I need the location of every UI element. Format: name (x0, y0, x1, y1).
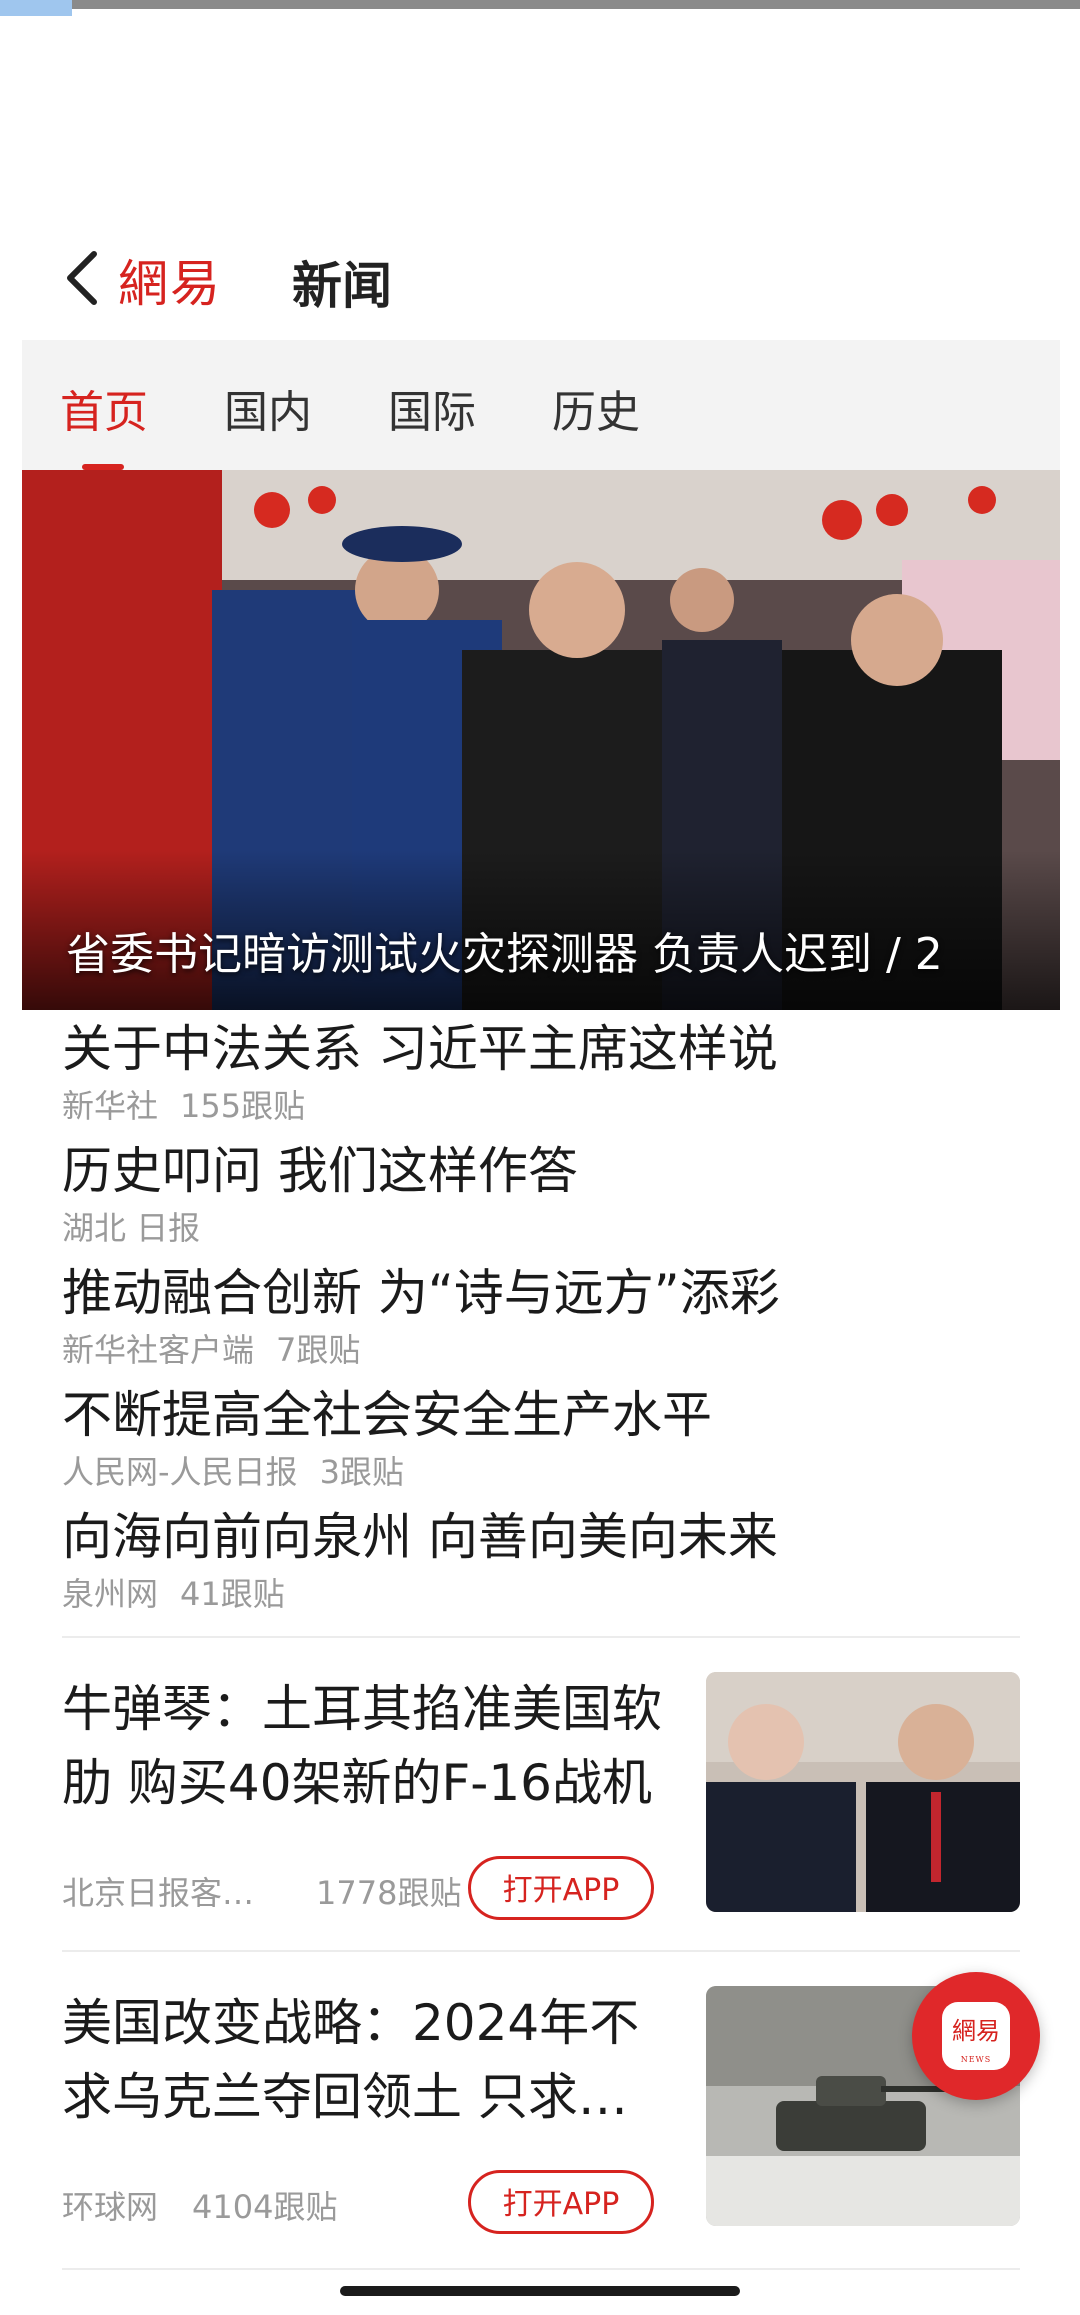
news-source: 新华社 (62, 1087, 159, 1125)
divider (62, 2268, 1020, 2270)
news-source: 湖北 日报 (62, 1209, 201, 1247)
news-source: 北京日报客户端 (62, 1874, 282, 1912)
list-item[interactable]: 历史叩问 我们这样作答 湖北 日报 (62, 1140, 1022, 1248)
news-card[interactable]: 美国改变战略：2024年不求乌克兰夺回领土 只求守住 环球网 4104跟贴 打开A… (62, 1986, 1020, 2256)
list-item[interactable]: 推动融合创新 为“诗与远方”添彩 新华社客户端 7跟贴 (62, 1262, 1022, 1370)
comment-count: 155跟贴 (180, 1087, 306, 1125)
card-title: 美国改变战略：2024年不求乌克兰夺回领土 只求守住 (62, 1994, 640, 2126)
news-source: 泉州网 (62, 1575, 159, 1613)
top-status-line (0, 0, 1080, 9)
news-meta: 新华社 155跟贴 (62, 1086, 1022, 1126)
tab-history[interactable]: 历史 (552, 376, 640, 440)
list-item[interactable]: 关于中法关系 习近平主席这样说 新华社 155跟贴 (62, 1018, 1022, 1126)
comment-count: 7跟贴 (276, 1331, 361, 1369)
divider (62, 1636, 1020, 1638)
fab-sub-text: NEWS (960, 2055, 992, 2064)
news-source: 环球网 (62, 2188, 159, 2226)
comment-count: 4104跟贴 (192, 2188, 338, 2226)
news-headline: 推动融合创新 为“诗与远方”添彩 (62, 1264, 780, 1322)
card-title: 牛弹琴：土耳其掐准美国软肋 购买40架新的F-16战机 (62, 1680, 662, 1812)
page-load-progress (0, 0, 73, 16)
hero-carousel[interactable]: 省委书记暗访测试火灾探测器 负责人迟到 / 2 (22, 470, 1060, 1010)
list-item[interactable]: 不断提高全社会安全生产水平 人民网-人民日报 3跟贴 (62, 1384, 1022, 1492)
page-title: 新闻 (292, 257, 392, 315)
news-meta: 湖北 日报 (62, 1208, 1022, 1248)
news-meta: 人民网-人民日报 3跟贴 (62, 1452, 1022, 1492)
comment-count: 3跟贴 (319, 1453, 404, 1491)
netease-fab-logo: 網易 NEWS (942, 2002, 1010, 2070)
thumbnail-photo (706, 1672, 1020, 1912)
tab-domestic[interactable]: 国内 (224, 376, 312, 440)
netease-logo[interactable]: 網易 (118, 244, 222, 316)
comment-count: 41跟贴 (180, 1575, 285, 1613)
news-meta: 泉州网 41跟贴 (62, 1574, 1022, 1614)
tab-international[interactable]: 国际 (388, 376, 476, 440)
open-app-button[interactable]: 打开APP (468, 2170, 654, 2234)
divider (62, 1950, 1020, 1952)
channel-tabs: 首页 国内 国际 历史 (22, 340, 1060, 470)
news-headline: 关于中法关系 习近平主席这样说 (62, 1020, 778, 1078)
card-meta: 北京日报客户端 1778跟贴 (62, 1868, 461, 1914)
card-meta: 环球网 4104跟贴 (62, 2182, 337, 2228)
news-headline: 向海向前向泉州 向善向美向未来 (62, 1508, 778, 1566)
home-indicator[interactable] (340, 2286, 740, 2296)
news-headline: 不断提高全社会安全生产水平 (62, 1386, 712, 1444)
comment-count: 1778跟贴 (316, 1874, 462, 1912)
news-headline: 历史叩问 我们这样作答 (62, 1142, 578, 1200)
news-source: 人民网-人民日报 (62, 1453, 298, 1491)
chevron-left-icon (67, 251, 97, 305)
list-item[interactable]: 向海向前向泉州 向善向美向未来 泉州网 41跟贴 (62, 1506, 1022, 1614)
fab-logo-text: 網易 (952, 2017, 1000, 2045)
open-app-button[interactable]: 打开APP (468, 1856, 654, 1920)
news-card[interactable]: 牛弹琴：土耳其掐准美国软肋 购买40架新的F-16战机 北京日报客户端 1778跟… (62, 1672, 1020, 1942)
hero-caption: 省委书记暗访测试火灾探测器 负责人迟到 / 2 (66, 929, 943, 980)
tab-home[interactable]: 首页 (60, 376, 148, 440)
news-source: 新华社客户端 (62, 1331, 255, 1369)
news-meta: 新华社客户端 7跟贴 (62, 1330, 1022, 1370)
card-thumbnail (706, 1672, 1020, 1912)
app-header: 網易 新闻 (0, 230, 1080, 320)
netease-app-fab[interactable]: 網易 NEWS (912, 1972, 1040, 2100)
back-button[interactable] (60, 248, 110, 308)
